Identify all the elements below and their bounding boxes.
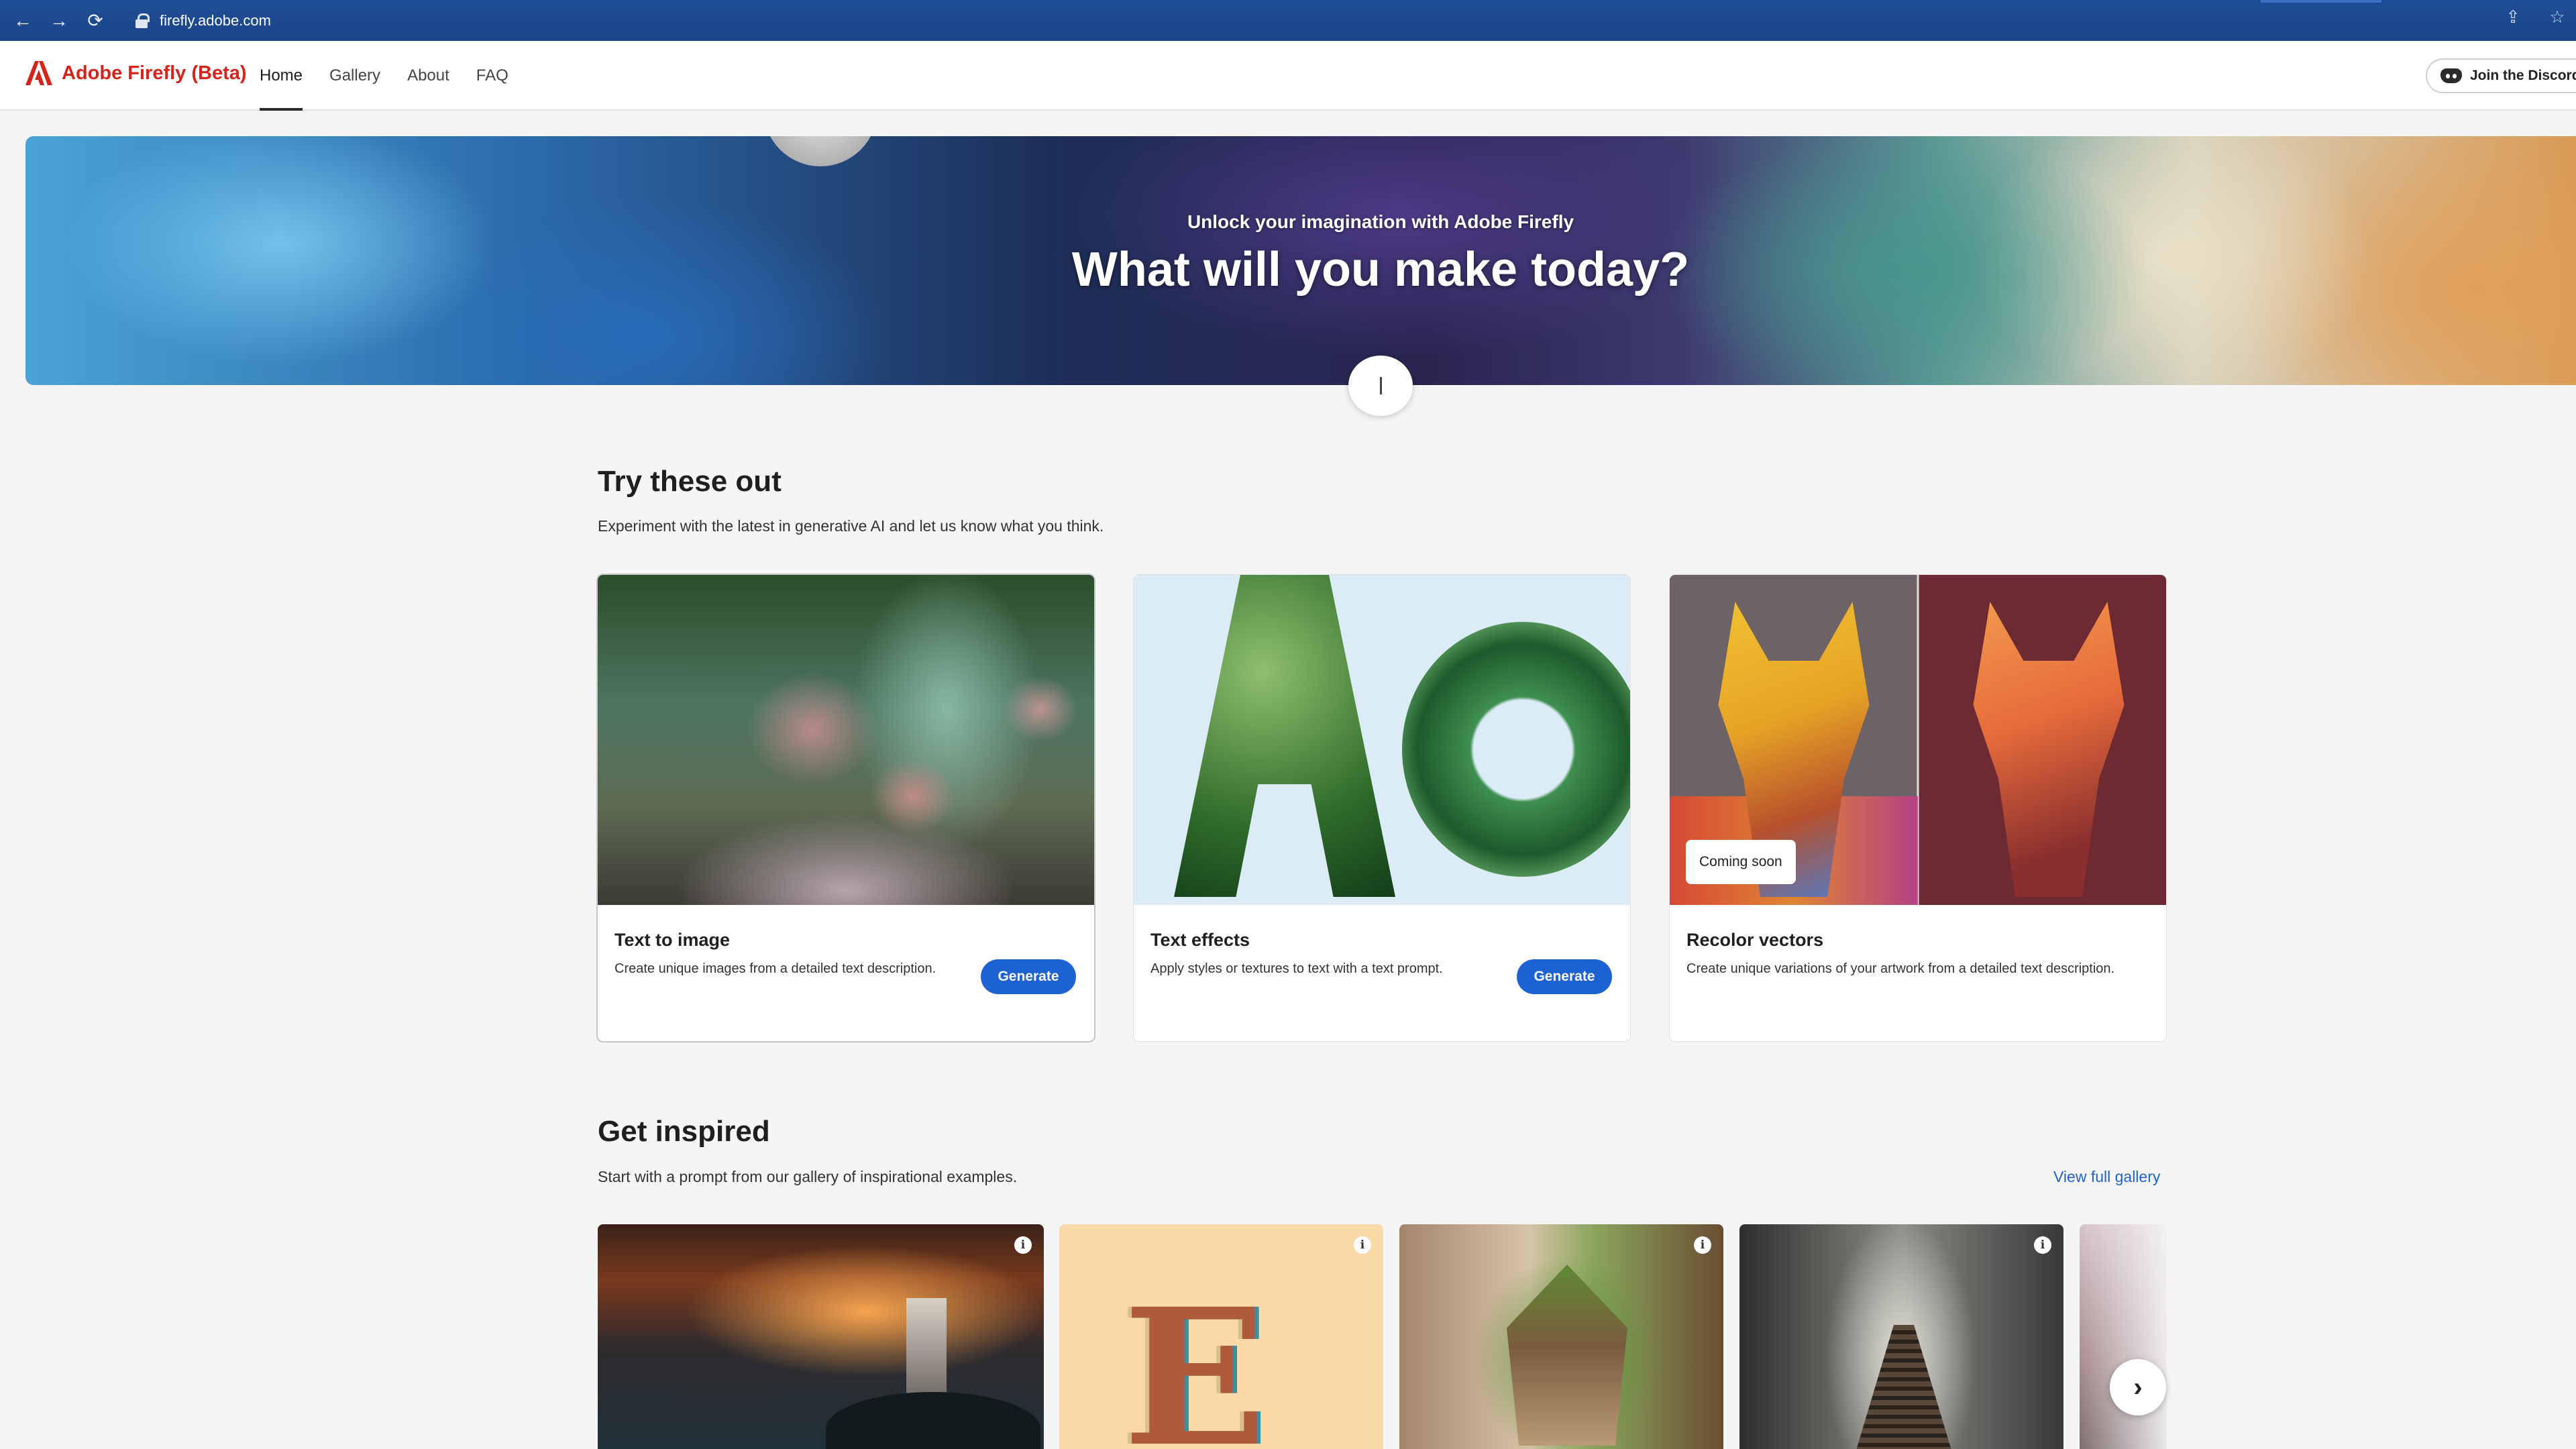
card-description: Create unique variations of your artwork… (1686, 961, 2115, 976)
back-icon[interactable]: ← (9, 7, 36, 34)
card-title: Text effects (1150, 930, 1250, 950)
coming-soon-badge: Coming soon (1686, 840, 1796, 884)
leaf-letter-shape (1402, 622, 1630, 877)
card-recolor-vectors[interactable]: Coming soon Recolor vectors Create uniqu… (1670, 575, 2166, 1041)
card-text-effects[interactable]: Text effects Apply styles or textures to… (1134, 575, 1630, 1041)
active-tab-indicator (2261, 0, 2381, 3)
hero-banner: Unlock your imagination with Adobe Firef… (25, 136, 2576, 385)
rock-shape (826, 1392, 1040, 1449)
info-icon[interactable]: i (1694, 1236, 1711, 1254)
card-image-fantasy-garden (598, 575, 1094, 905)
decorative-letter: E (1123, 1268, 1267, 1449)
info-icon[interactable]: i (1354, 1236, 1371, 1254)
card-image-vector-dogs: Coming soon (1670, 575, 2166, 905)
house-shape (1507, 1265, 1627, 1446)
app-header: Adobe Firefly (Beta) Home Gallery About … (0, 41, 2576, 111)
card-title: Text to image (614, 930, 731, 950)
gallery-tile-mossy-house[interactable]: i (1399, 1224, 1723, 1449)
generate-button[interactable]: Generate (981, 959, 1076, 994)
scroll-indicator-icon (1379, 377, 1382, 394)
nav-faq[interactable]: FAQ (476, 41, 508, 111)
try-section-description: Experiment with the latest in generative… (598, 517, 1104, 535)
nav-gallery[interactable]: Gallery (329, 41, 380, 111)
gallery-tile-letter[interactable]: E i (1059, 1224, 1383, 1449)
join-discord-button[interactable]: Join the Discord (2426, 58, 2576, 93)
gallery-tile-stairway[interactable]: i (1739, 1224, 2063, 1449)
nav-home[interactable]: Home (260, 41, 303, 111)
reload-icon[interactable]: ⟳ (82, 7, 109, 34)
card-title: Recolor vectors (1686, 930, 1824, 950)
vector-dog-orange (1973, 602, 2125, 897)
hero-headline: What will you make today? (1071, 243, 1690, 297)
card-text-to-image[interactable]: Text to image Create unique images from … (598, 575, 1094, 1041)
discord-icon (2440, 68, 2462, 83)
view-full-gallery-link[interactable]: View full gallery (2053, 1168, 2160, 1186)
leaf-letter-a (1174, 575, 1395, 897)
scroll-down-button[interactable] (1348, 356, 1413, 416)
nav-about[interactable]: About (407, 41, 449, 111)
forward-icon[interactable]: → (46, 7, 72, 34)
adobe-firefly-logo[interactable]: Adobe Firefly (Beta) (25, 61, 247, 85)
discord-label: Join the Discord (2470, 68, 2576, 83)
carousel-next-icon[interactable]: › (2110, 1359, 2166, 1415)
url-text: firefly.adobe.com (160, 11, 271, 29)
generate-button[interactable]: Generate (1517, 959, 1612, 994)
card-description: Create unique images from a detailed tex… (614, 961, 936, 976)
info-icon[interactable]: i (1014, 1236, 1032, 1254)
share-icon[interactable]: ⇪ (2501, 7, 2525, 28)
hero-planet-decoration (763, 136, 877, 166)
card-description: Apply styles or textures to text with a … (1150, 961, 1443, 976)
address-bar[interactable]: firefly.adobe.com (136, 12, 271, 30)
hero-subtitle: Unlock your imagination with Adobe Firef… (1187, 211, 1574, 232)
bookmark-star-icon[interactable]: ☆ (2545, 7, 2569, 28)
try-section-title: Try these out (598, 465, 782, 498)
stairs-shape (1854, 1325, 1954, 1449)
inspired-section-title: Get inspired (598, 1115, 770, 1148)
gallery-tile-lighthouse[interactable]: i (598, 1224, 1044, 1449)
app-title: Adobe Firefly (Beta) (62, 62, 247, 84)
inspired-section-description: Start with a prompt from our gallery of … (598, 1168, 1018, 1185)
lock-icon (136, 13, 150, 28)
carousel-fade (2080, 1224, 2167, 1449)
adobe-logo-icon (25, 61, 52, 85)
info-icon[interactable]: i (2034, 1236, 2051, 1254)
card-image-leaf-letters (1134, 575, 1630, 905)
browser-toolbar: ← → ⟳ firefly.adobe.com ⇪ ☆ (0, 0, 2576, 41)
main-nav: Home Gallery About FAQ (260, 41, 535, 111)
